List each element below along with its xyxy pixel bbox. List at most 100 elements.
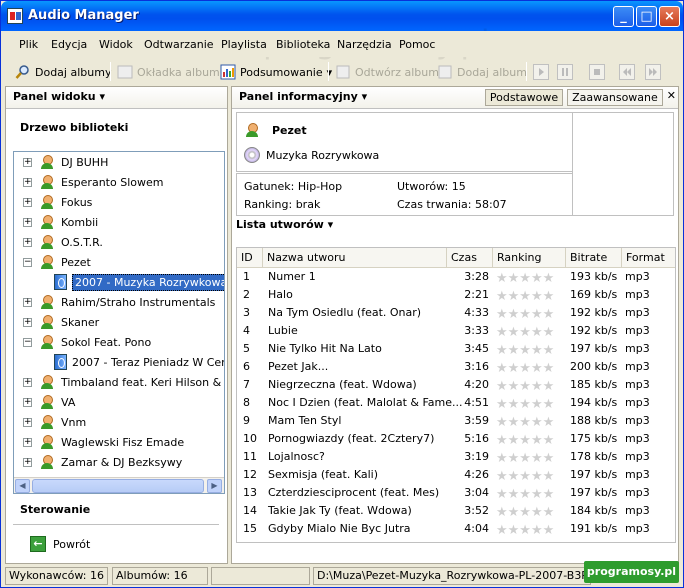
library-tree[interactable]: + DJ BUHH + Esperanto Slowem + Fokus + Kombii + O… <box>13 151 225 494</box>
expand-icon[interactable]: + <box>23 157 32 167</box>
status-empty <box>211 567 310 585</box>
table-row[interactable]: 10 Pornogwiazdy (feat. 2Cztery7) 5:16 mp3 17… <box>237 430 675 448</box>
menu-narzedzia[interactable]: Narzędzia <box>337 38 392 51</box>
back-arrow-icon: ← <box>30 536 46 552</box>
cell-time: 3:28 <box>464 270 489 283</box>
tree-item[interactable]: + Skaner <box>23 312 99 332</box>
tree-item[interactable]: + Waglewski Fisz Emade <box>23 432 184 452</box>
column-header-ranking[interactable]: Ranking <box>493 248 566 268</box>
scroll-left-icon[interactable]: ◀ <box>15 479 30 493</box>
cell-format: mp3 <box>625 396 650 409</box>
collapse-icon[interactable]: − <box>23 337 32 347</box>
table-row[interactable]: 9 Mam Ten Styl 3:59 mp3 188 kb/s ★★★★★ <box>237 412 675 430</box>
cell-id: 4 <box>243 324 250 337</box>
cell-id: 5 <box>243 342 250 355</box>
menu-edycja[interactable]: Edycja <box>51 38 87 51</box>
table-row[interactable]: 1 Numer 1 3:28 mp3 193 kb/s ★★★★★ <box>237 268 675 286</box>
add-album-button[interactable]: Dodaj album <box>437 64 527 80</box>
column-header-id[interactable]: ID <box>237 248 263 268</box>
tree-item[interactable]: 2007 - Muzyka Rozrywkowa <box>54 272 224 292</box>
horizontal-scrollbar[interactable]: ◀ ▶ <box>14 477 224 493</box>
menu-odtwarzanie[interactable]: Odtwarzanie <box>144 38 214 51</box>
back-button[interactable]: ← Powrót <box>30 536 90 552</box>
tree-item[interactable]: + DJ BUHH <box>23 152 108 172</box>
expand-icon[interactable]: + <box>23 217 32 227</box>
maximize-button[interactable]: □ <box>636 6 657 27</box>
table-row[interactable]: 8 Noc I Dzien (feat. Malolat & Fame... 4:5… <box>237 394 675 412</box>
table-row[interactable]: 14 Takie Jak Ty (feat. Wdowa) 3:52 mp3 184 k… <box>237 502 675 520</box>
column-header-time[interactable]: Czas <box>447 248 493 268</box>
column-header-title[interactable]: Nazwa utworu <box>263 248 447 268</box>
table-row[interactable]: 5 Nie Tylko Hit Na Lato 3:45 mp3 197 kb/s ★★★… <box>237 340 675 358</box>
tree-item-label: 2007 - Muzyka Rozrywkowa <box>72 273 224 291</box>
tracklist-table[interactable]: ID Nazwa utworu Czas Ranking Bitrate For… <box>236 247 676 543</box>
table-row[interactable]: 12 Sexmisja (feat. Kali) 4:26 mp3 197 kb/s ★★… <box>237 466 675 484</box>
expand-icon[interactable]: + <box>23 177 32 187</box>
menu-pomoc[interactable]: Pomoc <box>399 38 435 51</box>
cell-bitrate: 169 kb/s <box>570 288 618 301</box>
album-cover-button[interactable]: Okładka albumu <box>117 64 227 80</box>
expand-icon[interactable]: + <box>23 397 32 407</box>
close-button[interactable]: × <box>659 6 680 27</box>
next-button[interactable] <box>645 64 661 80</box>
cell-id: 9 <box>243 414 250 427</box>
expand-icon[interactable]: + <box>23 457 32 467</box>
expand-icon[interactable]: + <box>23 317 32 327</box>
expand-icon[interactable]: + <box>23 237 32 247</box>
view-panel-header[interactable]: Panel widoku ▾ <box>6 87 227 109</box>
table-row[interactable]: 13 Czterdziesciprocent (feat. Mes) 3:04 mp3… <box>237 484 675 502</box>
expand-icon[interactable]: + <box>23 297 32 307</box>
table-row[interactable]: 11 Lojalnosc? 3:19 mp3 178 kb/s ★★★★★ <box>237 448 675 466</box>
expand-icon[interactable]: + <box>23 377 32 387</box>
cell-format: mp3 <box>625 306 650 319</box>
table-row[interactable]: 2 Halo 2:21 mp3 169 kb/s ★★★★★ <box>237 286 675 304</box>
pause-button[interactable] <box>557 64 573 80</box>
menu-playlista[interactable]: Playlista <box>221 38 267 51</box>
tracklist-header[interactable]: Lista utworów ▾ <box>236 218 333 231</box>
tree-item[interactable]: − Pezet <box>23 252 91 272</box>
menu-widok[interactable]: Widok <box>99 38 133 51</box>
add-albums-button[interactable]: Dodaj albumy <box>15 64 111 80</box>
scroll-thumb[interactable] <box>32 479 204 493</box>
table-row[interactable]: 6 Pezet Jak... 3:16 mp3 200 kb/s ★★★★★ <box>237 358 675 376</box>
table-row[interactable]: 3 Na Tym Osiedlu (feat. Onar) 4:33 mp3 192 k… <box>237 304 675 322</box>
summary-button[interactable]: Podsumowanie ▾ <box>220 64 332 80</box>
previous-button[interactable] <box>619 64 635 80</box>
table-row[interactable]: 15 Gdyby Mialo Nie Byc Jutra 4:04 mp3 191 kb… <box>237 520 675 540</box>
menu-plik[interactable]: Plik <box>19 38 38 51</box>
tree-item[interactable]: + VA <box>23 392 75 412</box>
tree-item[interactable]: + O.S.T.R. <box>23 232 103 252</box>
tab-advanced[interactable]: Zaawansowane <box>567 89 663 106</box>
cell-id: 2 <box>243 288 250 301</box>
table-row[interactable]: 4 Lubie 3:33 mp3 192 kb/s ★★★★★ <box>237 322 675 340</box>
tree-item[interactable]: + Vnm <box>23 412 86 432</box>
collapse-icon[interactable]: − <box>23 257 32 267</box>
play-button[interactable] <box>533 64 549 80</box>
close-panel-icon[interactable]: ✕ <box>667 89 676 106</box>
tree-item[interactable]: 2007 - Teraz Pieniadz W Cenie <box>54 352 224 372</box>
expand-icon[interactable]: + <box>23 417 32 427</box>
tree-item[interactable]: + Rahim/Straho Instrumentals <box>23 292 215 312</box>
stop-button[interactable] <box>589 64 605 80</box>
artist-icon <box>39 374 55 390</box>
expand-icon[interactable]: + <box>23 197 32 207</box>
expand-icon[interactable]: + <box>23 437 32 447</box>
open-album-button[interactable]: Odtwórz album <box>335 64 439 80</box>
scroll-right-icon[interactable]: ▶ <box>207 479 222 493</box>
tab-basic[interactable]: Podstawowe <box>484 89 564 106</box>
minimize-button[interactable]: _ <box>613 6 634 27</box>
column-header-bitrate[interactable]: Bitrate <box>566 248 622 268</box>
table-row[interactable]: 7 Niegrzeczna (feat. Wdowa) 4:20 mp3 185 kb/… <box>237 376 675 394</box>
menu-biblioteka[interactable]: Biblioteka <box>276 38 330 51</box>
rating-stars-icon[interactable]: ★★★★★ <box>496 522 554 540</box>
cell-bitrate: 192 kb/s <box>570 306 618 319</box>
tree-item[interactable]: + Fokus <box>23 192 92 212</box>
add-albums-label: Dodaj albumy <box>35 65 112 79</box>
tree-item[interactable]: + Zamar & DJ Bezksywy <box>23 452 182 472</box>
cell-id: 1 <box>243 270 250 283</box>
column-header-format[interactable]: Format <box>622 248 675 268</box>
tree-item[interactable]: + Kombii <box>23 212 98 232</box>
tree-item[interactable]: − Sokol Feat. Pono <box>23 332 151 352</box>
tree-item[interactable]: + Timbaland feat. Keri Hilson & Nicole <box>23 372 224 392</box>
tree-item[interactable]: + Esperanto Slowem <box>23 172 163 192</box>
